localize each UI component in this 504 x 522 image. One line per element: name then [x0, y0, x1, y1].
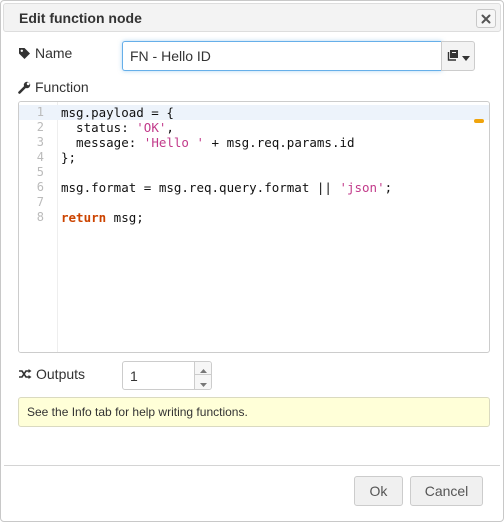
outputs-label-row: Outputs	[18, 366, 85, 382]
code-text: return msg;	[61, 210, 144, 225]
code-line: 7	[19, 195, 489, 210]
close-button[interactable]	[476, 9, 496, 28]
cancel-button[interactable]: Cancel	[410, 476, 483, 506]
warning-marker	[474, 119, 484, 123]
outputs-value[interactable]: 1	[130, 368, 138, 384]
line-number: 1	[36, 105, 44, 119]
outputs-label: Outputs	[36, 366, 86, 382]
code-line: 4};	[19, 150, 489, 165]
caret-down-icon	[461, 48, 470, 64]
info-tip: See the Info tab for help writing functi…	[18, 397, 490, 427]
line-number: 2	[36, 120, 44, 134]
code-line: 8 return msg;	[19, 210, 489, 225]
code-token: ,	[166, 120, 174, 135]
code-line: 1 msg.payload = {	[19, 105, 489, 120]
code-lines: 1 msg.payload = {2 status: 'OK', 3 message…	[19, 105, 489, 225]
close-icon	[481, 11, 491, 27]
footer-divider	[4, 465, 500, 466]
line-number: 5	[36, 165, 44, 179]
code-keyword: return	[61, 210, 107, 225]
line-number: 7	[36, 195, 44, 209]
outputs-stepper[interactable]: 1	[122, 361, 212, 390]
line-number: 6	[36, 180, 44, 194]
shuffle-icon	[18, 368, 32, 380]
dialog-titlebar: Edit function node	[3, 3, 501, 32]
function-label-row: Function	[18, 79, 89, 95]
code-token: + msg.req.params.id	[204, 135, 355, 150]
wrench-icon	[18, 81, 31, 94]
code-token: msg.payload = {	[61, 105, 174, 120]
tag-icon	[18, 47, 31, 60]
function-code-editor[interactable]: 1 msg.payload = {2 status: 'OK', 3 message…	[18, 101, 490, 353]
name-label-row: Name	[18, 45, 72, 61]
code-string: 'Hello '	[143, 135, 205, 150]
ok-button[interactable]: Ok	[354, 476, 403, 506]
code-text: msg.payload = {	[61, 105, 174, 120]
book-icon	[447, 48, 459, 64]
edit-function-node-dialog: Edit function node Name Function 1 msg.pa…	[0, 0, 504, 522]
code-line: 3 message: 'Hello ' + msg.req.params.id	[19, 135, 489, 150]
dialog-title: Edit function node	[19, 10, 142, 26]
code-token: msg;	[106, 210, 144, 225]
library-button[interactable]	[441, 41, 475, 71]
function-label: Function	[35, 79, 89, 95]
code-text: };	[61, 150, 76, 165]
code-text: status: 'OK',	[61, 120, 174, 135]
code-string: 'json'	[339, 180, 385, 195]
name-label: Name	[35, 45, 73, 61]
code-line: 6 msg.format = msg.req.query.format || 'j…	[19, 180, 489, 195]
stepper-down-button[interactable]	[194, 375, 211, 389]
line-number: 3	[36, 135, 44, 149]
code-string: 'OK'	[136, 120, 167, 135]
code-line: 2 status: 'OK',	[19, 120, 489, 135]
code-token: ;	[384, 180, 393, 195]
code-token: msg.format = msg.req.query.format ||	[61, 180, 340, 195]
line-number: 4	[36, 150, 44, 164]
code-token: status:	[61, 120, 137, 135]
code-text: msg.format = msg.req.query.format || 'js…	[61, 180, 392, 195]
code-line: 5	[19, 165, 489, 180]
caret-down-icon	[199, 374, 207, 390]
line-number: 8	[36, 210, 44, 224]
name-input[interactable]	[122, 41, 442, 71]
code-text: message: 'Hello ' + msg.req.params.id	[61, 135, 355, 150]
code-token: };	[61, 150, 77, 165]
code-token: message:	[61, 135, 144, 150]
